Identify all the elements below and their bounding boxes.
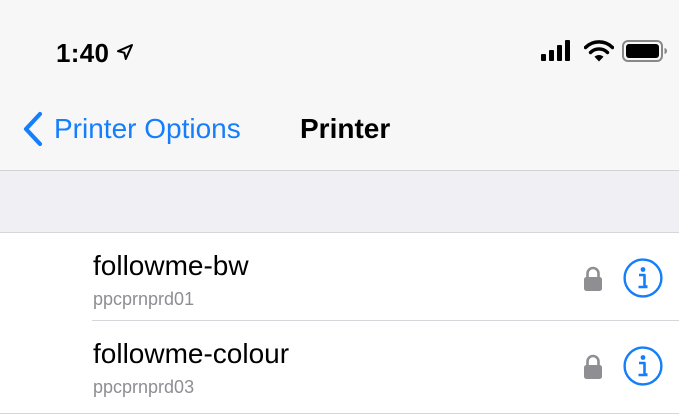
printer-selection-screen: 1:40 Printer Options Printer followme-bw…	[0, 0, 679, 414]
navigation-bar: Printer Options Printer	[0, 95, 679, 170]
section-header-spacer	[0, 171, 679, 233]
printer-row[interactable]: followme-bw ppcprnprd01	[0, 233, 679, 321]
printer-name: followme-bw	[93, 250, 249, 281]
lock-icon	[584, 354, 602, 379]
battery-icon	[622, 40, 667, 62]
printer-host: ppcprnprd01	[93, 289, 195, 309]
page-title: Printer	[300, 113, 391, 144]
printer-list: followme-bw ppcprnprd01 followme-colour …	[0, 233, 679, 409]
info-icon	[623, 346, 663, 386]
info-button[interactable]	[623, 346, 663, 386]
cellular-signal-icon	[541, 40, 570, 61]
printer-row[interactable]: followme-colour ppcprnprd03	[0, 321, 679, 409]
status-time: 1:40	[56, 38, 110, 68]
lock-icon	[584, 266, 602, 291]
wifi-icon	[584, 40, 614, 62]
printer-name: followme-colour	[93, 338, 290, 369]
info-icon	[623, 258, 663, 298]
top-bar: 1:40 Printer Options Printer	[0, 0, 679, 171]
chevron-left-icon	[23, 111, 43, 147]
back-button[interactable]: Printer Options	[22, 109, 241, 149]
back-button-label: Printer Options	[54, 113, 241, 144]
location-arrow-icon	[117, 44, 133, 60]
info-button[interactable]	[623, 258, 663, 298]
status-bar: 1:40	[0, 0, 679, 95]
printer-host: ppcprnprd03	[93, 377, 195, 397]
